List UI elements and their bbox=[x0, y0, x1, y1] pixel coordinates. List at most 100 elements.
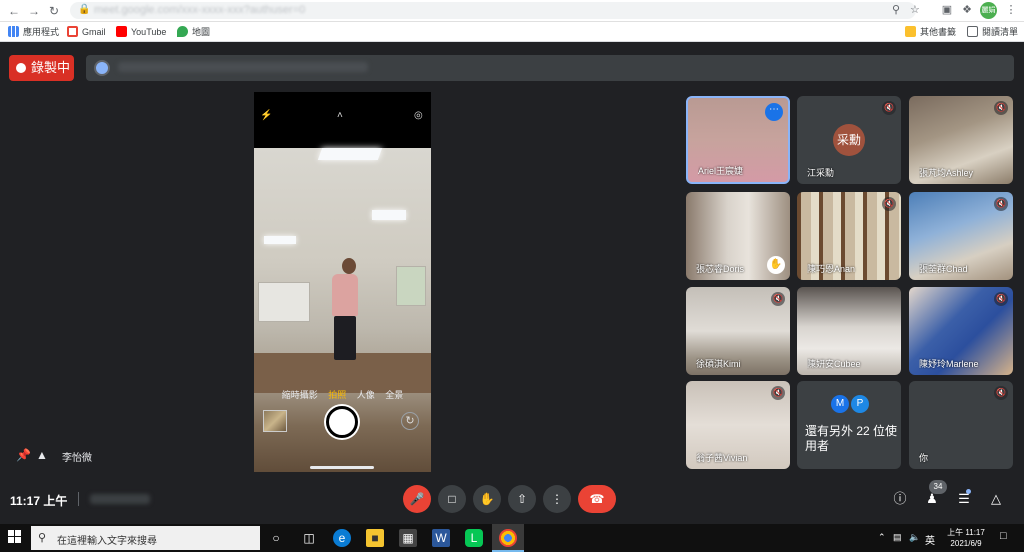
network-icon[interactable]: ▤ bbox=[893, 532, 902, 543]
present-icon[interactable]: ▲ bbox=[36, 448, 48, 462]
person-legs bbox=[334, 316, 356, 360]
youtube-icon bbox=[116, 26, 127, 37]
search-icon: ⚲ bbox=[38, 532, 47, 544]
file-explorer-icon[interactable]: ■ bbox=[366, 529, 384, 547]
forward-icon[interactable]: → bbox=[26, 3, 42, 19]
participant-tile[interactable]: ✋ 張芯睿Doris bbox=[686, 192, 790, 280]
extension-icon[interactable]: ▣ bbox=[940, 3, 954, 17]
bookmark-youtube[interactable]: YouTube bbox=[116, 25, 166, 39]
participant-name: Ariel王宸婕 bbox=[698, 166, 744, 176]
participant-name: 徐碩淇Kimi bbox=[696, 359, 741, 369]
presentation-notice-bar bbox=[86, 55, 1014, 81]
ceiling-light bbox=[264, 236, 296, 244]
more-options-icon[interactable]: ⋯ bbox=[765, 103, 783, 121]
more-options-button[interactable]: ⋮ bbox=[543, 485, 571, 513]
bookmark-label: 閱讀清單 bbox=[982, 27, 1019, 37]
menu-icon[interactable]: ⋮ bbox=[1004, 3, 1018, 17]
participant-avatar: 采勳 bbox=[833, 124, 865, 156]
bookmark-gmail[interactable]: Gmail bbox=[67, 25, 106, 39]
ceiling-light bbox=[317, 148, 383, 160]
people-icon[interactable]: ♟ bbox=[923, 490, 941, 508]
meeting-clock: 11:17 上午 bbox=[10, 494, 68, 508]
live-photo-icon: ◎ bbox=[414, 110, 423, 121]
mic-off-icon: 🔇 bbox=[882, 197, 896, 211]
ime-indicator[interactable]: 英 bbox=[925, 532, 935, 547]
taskbar-clock[interactable]: 上午 11:17 2021/6/9 bbox=[936, 527, 996, 549]
notification-icon[interactable]: □ bbox=[1000, 530, 1007, 542]
line-icon[interactable]: L bbox=[465, 529, 483, 547]
mic-off-icon: 🔇 bbox=[994, 386, 1008, 400]
bookmark-star-icon[interactable]: ☆ bbox=[910, 3, 920, 16]
participant-name: 江采勳 bbox=[807, 168, 835, 178]
presenter-avatar bbox=[94, 60, 110, 76]
bookmark-label: 應用程式 bbox=[23, 27, 60, 37]
chat-notification-dot bbox=[966, 489, 971, 494]
mic-off-icon: 🔇 bbox=[994, 101, 1008, 115]
bookmark-other[interactable]: 其他書籤 bbox=[905, 25, 956, 39]
apps-grid-icon bbox=[8, 26, 19, 37]
word-icon[interactable]: W bbox=[432, 529, 450, 547]
taskbar-search[interactable]: ⚲ 在這裡輸入文字來搜尋 bbox=[31, 526, 260, 550]
camera-toggle-button[interactable]: □ bbox=[438, 485, 466, 513]
profile-avatar[interactable]: 麗娟 bbox=[980, 2, 997, 19]
record-dot-icon bbox=[16, 63, 26, 73]
recording-indicator[interactable]: 錄製中 bbox=[9, 55, 74, 81]
task-view-icon[interactable]: ◫ bbox=[300, 529, 318, 547]
mic-toggle-button[interactable]: 🎤 bbox=[403, 485, 431, 513]
self-tile[interactable]: 🔇 你 bbox=[909, 381, 1013, 469]
presenter-name: 李怡微 bbox=[62, 453, 92, 464]
participant-tile[interactable]: 🔇 張荃群Chad bbox=[909, 192, 1013, 280]
shutter-button bbox=[326, 406, 358, 438]
reload-icon[interactable]: ↻ bbox=[46, 3, 62, 19]
address-bar[interactable]: 🔒 meet.google.com/xxx-xxxx-xxx?authuser=… bbox=[70, 2, 920, 19]
camera-mode-selector: 縮時攝影 拍照 人像 全景 bbox=[254, 388, 431, 401]
puzzle-icon[interactable]: ❖ bbox=[960, 3, 974, 17]
bookmark-label: Gmail bbox=[82, 27, 106, 37]
participant-tile[interactable]: 🔇 徐碩淇Kimi bbox=[686, 287, 790, 375]
mode-portrait: 人像 bbox=[356, 390, 375, 400]
back-icon[interactable]: ← bbox=[6, 3, 22, 19]
bookmark-maps[interactable]: 地圖 bbox=[177, 25, 210, 39]
participant-tile[interactable]: 🔇 陳妤玲Marlene bbox=[909, 287, 1013, 375]
zoom-icon[interactable]: ⚲ bbox=[892, 3, 900, 16]
url-text: meet.google.com/xxx-xxxx-xxx?authuser=0 bbox=[94, 4, 306, 16]
reading-list-icon bbox=[967, 26, 978, 37]
lock-icon: 🔒 bbox=[78, 4, 91, 15]
more-participants-tile[interactable]: M P 還有另外 22 位使用者 bbox=[797, 381, 901, 469]
mode-photo: 拍照 bbox=[328, 390, 347, 400]
windows-taskbar: ⚲ 在這裡輸入文字來搜尋 ○ ◫ e ■ ▦ W L ⌃ ▤ 🔈 英 上午 11… bbox=[0, 524, 1024, 552]
chrome-icon[interactable] bbox=[499, 529, 517, 547]
edge-icon[interactable]: e bbox=[333, 529, 351, 547]
participant-tile[interactable]: 🔇 翁子茜Vivian bbox=[686, 381, 790, 469]
store-icon[interactable]: ▦ bbox=[399, 529, 417, 547]
tray-up-icon[interactable]: ⌃ bbox=[878, 532, 886, 543]
pin-icon[interactable]: 📌 bbox=[16, 448, 31, 462]
participant-tile[interactable]: 🔇 陳巧恩Anan bbox=[797, 192, 901, 280]
folder-icon bbox=[905, 26, 916, 37]
volume-icon[interactable]: 🔈 bbox=[909, 532, 920, 543]
info-icon[interactable]: ⓘ bbox=[891, 490, 909, 508]
screen: ← → ↻ 🔒 meet.google.com/xxx-xxxx-xxx?aut… bbox=[0, 0, 1024, 552]
activities-icon[interactable]: △ bbox=[987, 490, 1005, 508]
bookmark-apps[interactable]: 應用程式 bbox=[8, 25, 59, 39]
participant-tile[interactable]: 陳妍安Cubee bbox=[797, 287, 901, 375]
participant-name: 你 bbox=[919, 453, 929, 463]
participant-tile[interactable]: ⋯ Ariel王宸婕 bbox=[686, 96, 790, 184]
mic-off-icon: 🔇 bbox=[882, 101, 896, 115]
home-indicator bbox=[310, 466, 374, 469]
bookmark-label: 地圖 bbox=[192, 27, 211, 37]
taskbar-date: 2021/6/9 bbox=[950, 539, 982, 548]
reading-list[interactable]: 閱讀清單 bbox=[967, 25, 1018, 39]
windows-start-icon[interactable] bbox=[8, 530, 22, 544]
raise-hand-button[interactable]: ✋ bbox=[473, 485, 501, 513]
participant-avatar: M bbox=[831, 395, 849, 413]
mic-off-icon: 🔇 bbox=[771, 386, 785, 400]
present-now-button[interactable]: ⇧ bbox=[508, 485, 536, 513]
participant-tile[interactable]: 🔇 張芃均Ashley bbox=[909, 96, 1013, 184]
leave-call-button[interactable]: ☎ bbox=[578, 485, 616, 513]
divider bbox=[78, 492, 79, 506]
participant-tile[interactable]: 🔇 采勳 江采勳 bbox=[797, 96, 901, 184]
browser-toolbar: ← → ↻ 🔒 meet.google.com/xxx-xxxx-xxx?aut… bbox=[0, 0, 1024, 22]
notice-text bbox=[118, 62, 368, 72]
cortana-icon[interactable]: ○ bbox=[267, 529, 285, 547]
